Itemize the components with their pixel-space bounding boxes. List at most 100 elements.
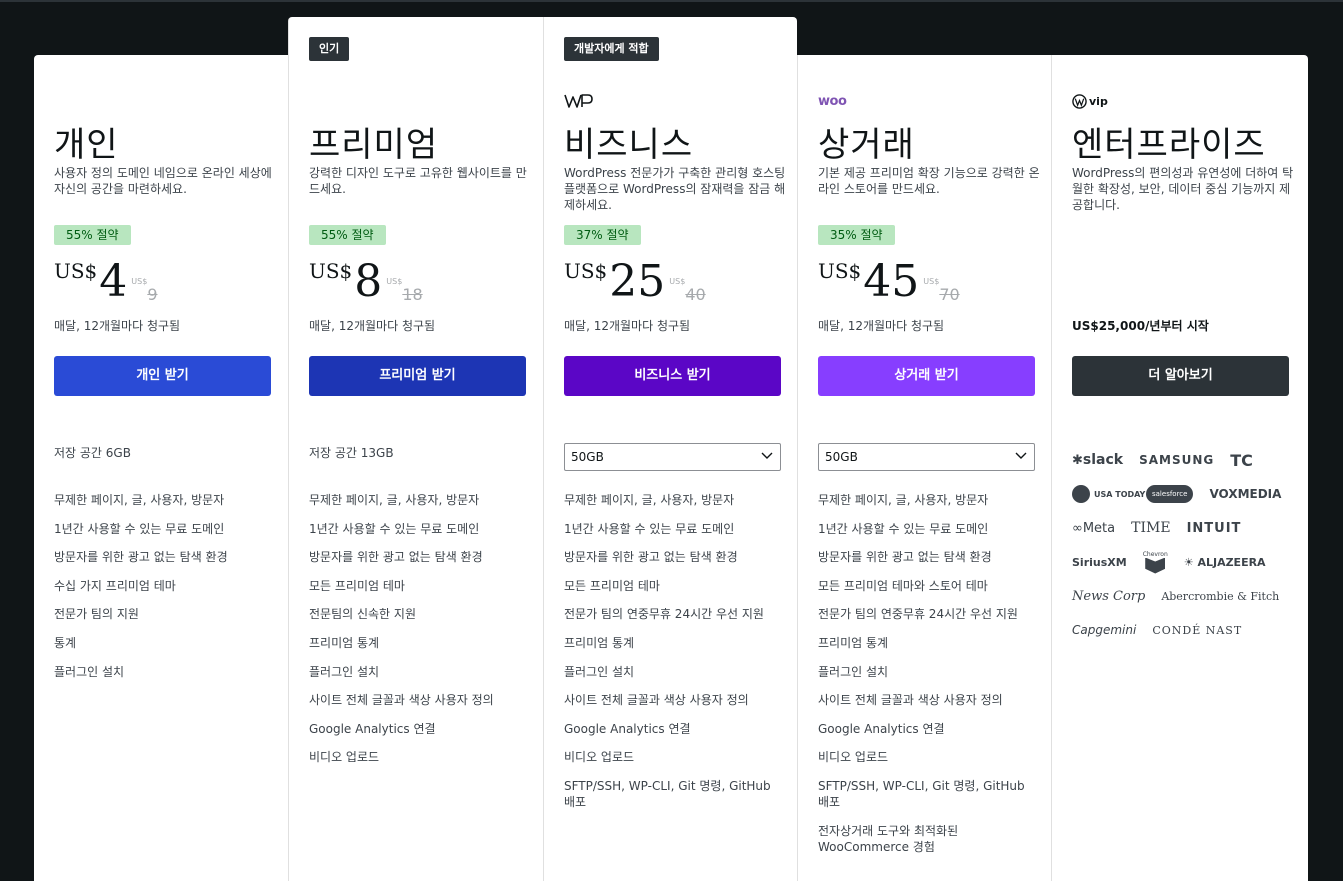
wp-logo-icon bbox=[564, 94, 593, 108]
original-price-amount: 40 bbox=[685, 285, 706, 304]
feature-item: 방문자를 위한 광고 없는 탐색 환경 bbox=[54, 550, 228, 565]
original-price: US$ 18 bbox=[386, 277, 422, 304]
feature-item: 비디오 업로드 bbox=[564, 750, 635, 765]
savings-badge: 55% 절약 bbox=[309, 225, 386, 245]
logo-row: News Corp Abercrombie & Fitch bbox=[1072, 579, 1292, 613]
price-amount: 25 bbox=[609, 256, 666, 307]
chevron-down-icon bbox=[761, 452, 773, 459]
feature-item: 전문가 팀의 연중무휴 24시간 우선 지원 bbox=[564, 607, 764, 622]
get-commerce-button[interactable]: 상거래 받기 bbox=[818, 356, 1035, 396]
feature-item: 1년간 사용할 수 있는 무료 도메인 bbox=[54, 521, 225, 536]
plan-description: 사용자 정의 도메인 네임으로 온라인 세상에 자신의 공간을 마련하세요. bbox=[54, 166, 272, 196]
meta-logo: ∞Meta bbox=[1072, 520, 1116, 536]
feature-item: 방문자를 위한 광고 없는 탐색 환경 bbox=[309, 550, 483, 565]
billing-info: 매달, 12개월마다 청구됨 bbox=[818, 319, 945, 333]
storage-select[interactable]: 50GB bbox=[818, 443, 1035, 471]
feature-item: 프리미엄 통계 bbox=[818, 635, 889, 650]
storage-info: 저장 공간 13GB bbox=[309, 446, 394, 460]
feature-item: 무제한 페이지, 글, 사용자, 방문자 bbox=[564, 493, 735, 507]
feature-item: 1년간 사용할 수 있는 무료 도메인 bbox=[818, 521, 989, 536]
get-personal-button[interactable]: 개인 받기 bbox=[54, 356, 271, 396]
feature-item: 사이트 전체 글꼴과 색상 사용자 정의 bbox=[564, 693, 749, 708]
top-border bbox=[0, 0, 1343, 2]
original-price: US$ 40 bbox=[669, 277, 705, 304]
storage-select-value: 50GB bbox=[825, 450, 858, 464]
feature-list: 무제한 페이지, 글, 사용자, 방문자 1년간 사용할 수 있는 무료 도메인… bbox=[54, 492, 274, 692]
plan-card-enterprise: vip 엔터프라이즈 WordPress의 편의성과 유연성에 더하여 탁월한 … bbox=[1051, 55, 1308, 881]
condenast-logo: CONDÉ NAST bbox=[1152, 623, 1243, 637]
enterprise-price: US$25,000/년부터 시작 bbox=[1072, 319, 1209, 333]
logo-row: Capgemini CONDÉ NAST bbox=[1072, 613, 1292, 647]
woo-logo-text: woo bbox=[818, 93, 847, 109]
plan-name: 개인 bbox=[54, 125, 119, 165]
price-currency: US$ bbox=[54, 259, 98, 283]
feature-item: 전문가 팀의 연중무휴 24시간 우선 지원 bbox=[818, 607, 1018, 622]
price-currency: US$ bbox=[309, 259, 353, 283]
feature-item: Google Analytics 연결 bbox=[309, 721, 436, 736]
feature-item: 1년간 사용할 수 있는 무료 도메인 bbox=[309, 521, 480, 536]
time-logo: TIME bbox=[1131, 520, 1171, 536]
plan-price: US$ 45 US$ 70 bbox=[818, 251, 960, 307]
learn-more-button[interactable]: 더 알아보기 bbox=[1072, 356, 1289, 396]
savings-badge: 55% 절약 bbox=[54, 225, 131, 245]
storage-select-value: 50GB bbox=[571, 450, 604, 464]
logo-row: SiriusXM Chevron ☀ ALJAZEERA bbox=[1072, 545, 1292, 579]
original-price-currency: US$ bbox=[923, 277, 940, 286]
feature-item: 플러그인 설치 bbox=[564, 664, 635, 679]
feature-list: 무제한 페이지, 글, 사용자, 방문자 1년간 사용할 수 있는 무료 도메인… bbox=[818, 492, 1038, 867]
capgemini-logo: Capgemini bbox=[1072, 623, 1137, 637]
plan-card-business: 개발자에게 적합 비즈니스 WordPress 전문가가 구축한 관리형 호스팅… bbox=[543, 17, 797, 881]
plan-description: WordPress 전문가가 구축한 관리형 호스팅 플랫폼으로 WordPre… bbox=[564, 166, 786, 212]
savings-badge: 37% 절약 bbox=[564, 225, 641, 245]
plan-card-premium: 인기 프리미엄 강력한 디자인 도구로 고유한 웹사이트를 만드세요. 55% … bbox=[288, 17, 543, 881]
storage-info: 저장 공간 6GB bbox=[54, 446, 131, 460]
feature-item: 모든 프리미엄 테마와 스토어 테마 bbox=[818, 578, 988, 593]
feature-list: 무제한 페이지, 글, 사용자, 방문자 1년간 사용할 수 있는 무료 도메인… bbox=[309, 492, 529, 778]
feature-item: SFTP/SSH, WP-CLI, Git 명령, GitHub 배포 bbox=[564, 778, 771, 809]
plan-description: 기본 제공 프리미엄 확장 기능으로 강력한 온라인 스토어를 만드세요. bbox=[818, 166, 1040, 196]
popular-badge: 인기 bbox=[309, 37, 350, 61]
price-currency: US$ bbox=[564, 259, 608, 283]
intuit-logo: INTUIT bbox=[1186, 520, 1242, 536]
slack-logo: ✱slack bbox=[1072, 452, 1124, 468]
get-premium-button[interactable]: 프리미엄 받기 bbox=[309, 356, 526, 396]
plan-price: US$ 8 US$ 18 bbox=[309, 251, 423, 307]
logo-row: USA TODAY salesforce VOXMEDIA bbox=[1072, 477, 1292, 511]
newscorp-logo: News Corp bbox=[1072, 588, 1146, 604]
feature-item: 방문자를 위한 광고 없는 탐색 환경 bbox=[818, 550, 992, 565]
feature-item: 방문자를 위한 광고 없는 탐색 환경 bbox=[564, 550, 738, 565]
wordpress-logo bbox=[564, 93, 594, 109]
savings-badge: 35% 절약 bbox=[818, 225, 895, 245]
logo-row: ∞Meta TIME INTUIT bbox=[1072, 511, 1292, 545]
client-logos: ✱slack SAMSUNG TC USA TODAY salesforce V… bbox=[1072, 443, 1292, 647]
feature-item: 무제한 페이지, 글, 사용자, 방문자 bbox=[309, 493, 480, 507]
plan-price: US$ 4 US$ 9 bbox=[54, 251, 158, 307]
feature-item: 사이트 전체 글꼴과 색상 사용자 정의 bbox=[309, 693, 494, 708]
original-price-currency: US$ bbox=[669, 277, 686, 286]
billing-info: 매달, 12개월마다 청구됨 bbox=[54, 319, 181, 333]
samsung-logo: SAMSUNG bbox=[1139, 453, 1215, 467]
wordpress-icon bbox=[1072, 93, 1087, 109]
feature-item: 전자상거래 도구와 최적화된 WooCommerce 경험 bbox=[818, 823, 959, 854]
pricing-plans: 개인 사용자 정의 도메인 네임으로 온라인 세상에 자신의 공간을 마련하세요… bbox=[34, 17, 1308, 881]
feature-item: 수십 가지 프리미엄 테마 bbox=[54, 578, 176, 593]
original-price: US$ 9 bbox=[131, 277, 157, 304]
developer-badge: 개발자에게 적합 bbox=[564, 37, 659, 61]
price-amount: 45 bbox=[863, 256, 920, 307]
price-amount: 8 bbox=[354, 256, 383, 307]
storage-select[interactable]: 50GB bbox=[564, 443, 781, 471]
original-price-amount: 70 bbox=[939, 285, 960, 304]
siriusxm-logo: SiriusXM bbox=[1072, 555, 1127, 569]
feature-item: 1년간 사용할 수 있는 무료 도메인 bbox=[564, 521, 735, 536]
feature-item: 모든 프리미엄 테마 bbox=[309, 578, 405, 593]
feature-item: 전문팀의 신속한 지원 bbox=[309, 607, 416, 622]
feature-item: 플러그인 설치 bbox=[818, 664, 889, 679]
feature-item: 프리미엄 통계 bbox=[564, 635, 635, 650]
chevron-down-icon bbox=[1015, 452, 1027, 459]
original-price-amount: 18 bbox=[402, 285, 423, 304]
get-business-button[interactable]: 비즈니스 받기 bbox=[564, 356, 781, 396]
vip-logo-text: vip bbox=[1089, 94, 1108, 108]
billing-info: 매달, 12개월마다 청구됨 bbox=[309, 319, 436, 333]
feature-item: 무제한 페이지, 글, 사용자, 방문자 bbox=[818, 493, 989, 507]
feature-item: 사이트 전체 글꼴과 색상 사용자 정의 bbox=[818, 693, 1003, 708]
